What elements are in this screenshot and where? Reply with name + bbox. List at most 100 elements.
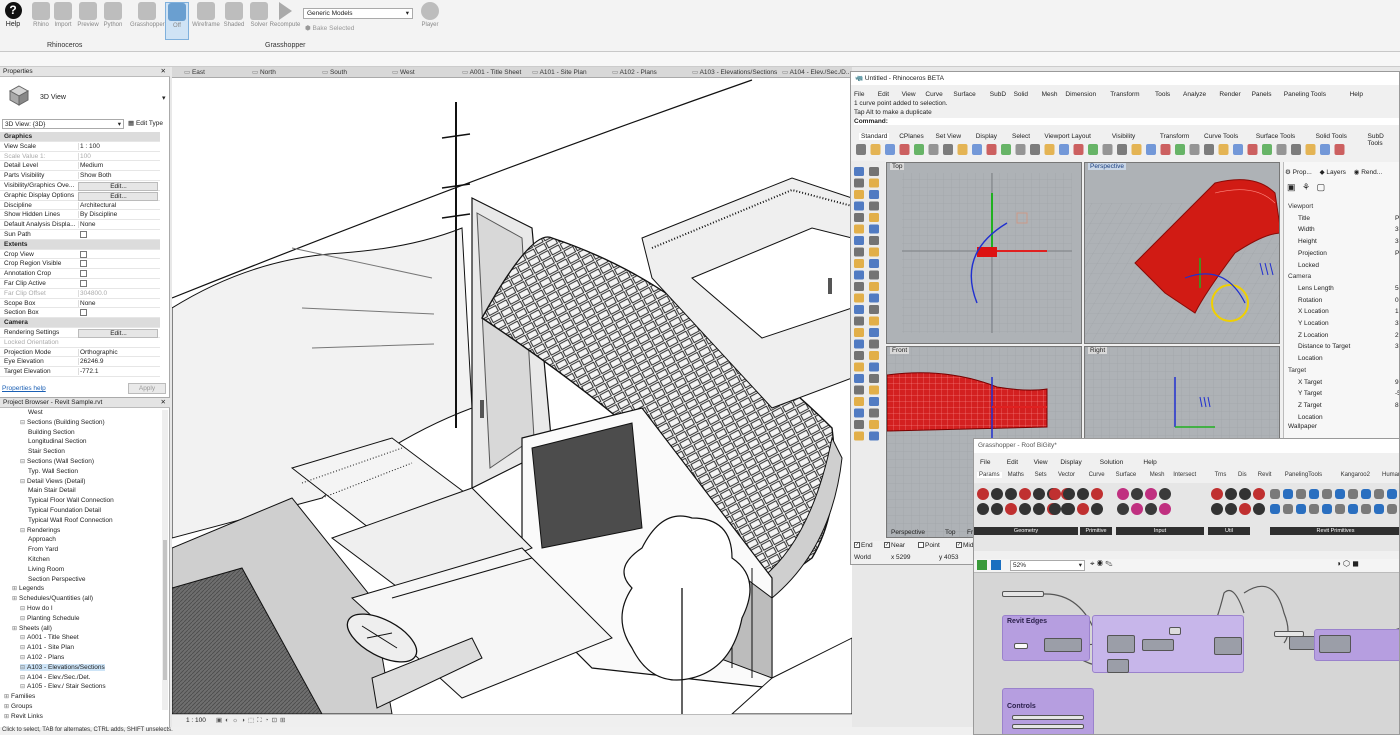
shaded-button[interactable]: Shaded bbox=[221, 2, 247, 28]
property-value[interactable]: 1 : 100 bbox=[78, 142, 158, 150]
sidebar-tool-icon[interactable] bbox=[854, 293, 864, 303]
preview-button[interactable]: Preview bbox=[75, 2, 101, 28]
gh-component-tab[interactable]: Dis bbox=[1238, 472, 1247, 478]
sidebar-tool-icon[interactable] bbox=[854, 431, 864, 441]
toolbar-tool-icon[interactable] bbox=[1059, 144, 1069, 155]
osnap-toggle[interactable]: ✓ Mid bbox=[956, 542, 973, 549]
tree-expand-icon[interactable]: ⊟ bbox=[20, 479, 25, 485]
rhino-menu-item[interactable]: Mesh bbox=[1042, 91, 1058, 98]
browser-item[interactable]: Approach bbox=[28, 536, 56, 543]
gh-component-node[interactable] bbox=[1142, 639, 1174, 651]
off-button[interactable]: Off bbox=[165, 2, 189, 40]
sidebar-tool-icon[interactable] bbox=[854, 190, 864, 199]
sidebar-tool-icon[interactable] bbox=[869, 201, 879, 211]
gh-component-tab[interactable]: PanelingTools bbox=[1285, 472, 1322, 478]
property-value[interactable]: 50 bbox=[1395, 285, 1399, 292]
browser-item[interactable]: ⊟ Planting Schedule bbox=[20, 615, 79, 622]
view-tab[interactable]: ▭ South bbox=[322, 68, 347, 76]
browser-item[interactable]: ⊞ Families bbox=[4, 693, 35, 700]
gh-component-tab[interactable]: Intersect bbox=[1173, 472, 1196, 478]
gh-panel-label[interactable]: Revit Primitives bbox=[1270, 527, 1399, 535]
sidebar-tool-icon[interactable] bbox=[869, 190, 879, 199]
sidebar-tool-icon[interactable] bbox=[854, 328, 864, 337]
browser-item[interactable]: ⊟ A102 - Plans bbox=[20, 654, 64, 661]
rhino-menu-item[interactable]: View bbox=[902, 91, 916, 98]
gh-component-icon[interactable] bbox=[1387, 504, 1397, 514]
property-checkbox[interactable] bbox=[80, 250, 87, 258]
panel-tab-render[interactable]: ◉ Rend... bbox=[1354, 169, 1382, 176]
gh-component-icon[interactable] bbox=[1077, 503, 1089, 515]
rhino-menu-item[interactable]: Paneling Tools bbox=[1284, 91, 1326, 98]
toolbar-tool-icon[interactable] bbox=[914, 144, 924, 155]
view-scale-label[interactable]: 1 : 100 bbox=[186, 717, 206, 724]
gh-component-icon[interactable] bbox=[1019, 488, 1031, 500]
property-value[interactable]: None bbox=[78, 299, 158, 307]
sidebar-tool-icon[interactable] bbox=[854, 259, 864, 268]
property-checkbox[interactable] bbox=[80, 260, 87, 268]
import-button[interactable]: Import bbox=[50, 2, 76, 28]
gh-component-icon[interactable] bbox=[1348, 504, 1358, 514]
gh-component-icon[interactable] bbox=[1270, 489, 1280, 499]
gh-panel-node[interactable] bbox=[1169, 627, 1181, 635]
toolbar-tool-icon[interactable] bbox=[1204, 144, 1214, 155]
property-value[interactable]: 97 bbox=[1395, 379, 1399, 386]
browser-item[interactable]: ⊞ Groups bbox=[4, 703, 32, 710]
rhino-menu-item[interactable]: Tools bbox=[1155, 91, 1170, 98]
gh-component-node[interactable] bbox=[1319, 635, 1351, 653]
rhino-menu-item[interactable]: Surface bbox=[953, 91, 975, 98]
gh-component-icon[interactable] bbox=[1270, 504, 1280, 514]
toolbar-tool-icon[interactable] bbox=[1320, 144, 1330, 155]
sidebar-tool-icon[interactable] bbox=[869, 339, 879, 349]
toolbar-tool-icon[interactable] bbox=[1073, 144, 1084, 155]
browser-item[interactable]: ⊟ A101 - Site Plan bbox=[20, 644, 74, 651]
gh-component-node[interactable] bbox=[1214, 637, 1242, 655]
sidebar-tool-icon[interactable] bbox=[869, 374, 879, 383]
gh-menu-item[interactable]: Edit bbox=[1007, 459, 1018, 466]
tree-expand-icon[interactable]: ⊟ bbox=[20, 420, 25, 426]
rhino-menu-item[interactable]: Help bbox=[1350, 91, 1363, 98]
gh-component-icon[interactable] bbox=[977, 503, 989, 515]
view-tab[interactable]: ▭ East bbox=[184, 68, 205, 76]
property-value[interactable]: 26246.9 bbox=[78, 358, 158, 366]
gh-component-icon[interactable] bbox=[1091, 503, 1103, 515]
viewport-perspective[interactable]: Perspective bbox=[1084, 162, 1280, 344]
viewport-top[interactable]: Top bbox=[886, 162, 1082, 344]
sidebar-tool-icon[interactable] bbox=[854, 247, 864, 257]
gh-component-tab[interactable]: Kangaroo2 bbox=[1341, 472, 1370, 478]
tree-expand-icon[interactable]: ⊟ bbox=[20, 606, 25, 612]
tree-expand-icon[interactable]: ⊞ bbox=[4, 694, 9, 700]
python-button[interactable]: Python bbox=[100, 2, 126, 28]
sidebar-tool-icon[interactable] bbox=[854, 282, 864, 291]
property-checkbox[interactable] bbox=[80, 280, 87, 287]
toolbar-tool-icon[interactable] bbox=[1131, 144, 1142, 155]
gh-component-icon[interactable] bbox=[1145, 503, 1157, 515]
rhino-menu-item[interactable]: Curve bbox=[925, 91, 942, 98]
property-value[interactable]: By Discipline bbox=[78, 211, 158, 219]
property-row[interactable]: Far Clip Offset 304800.0 bbox=[0, 289, 160, 299]
rhino-menu-item[interactable]: File bbox=[854, 91, 864, 98]
browser-item[interactable]: From Yard bbox=[28, 546, 58, 553]
gh-component-icon[interactable] bbox=[1033, 488, 1045, 500]
apply-button[interactable]: Apply bbox=[128, 383, 166, 394]
browser-item[interactable]: ⊟ A001 - Title Sheet bbox=[20, 634, 79, 641]
property-value[interactable]: Edit... bbox=[78, 329, 158, 338]
sidebar-tool-icon[interactable] bbox=[869, 293, 879, 303]
sidebar-tool-icon[interactable] bbox=[869, 408, 879, 418]
gh-component-tab[interactable]: Revit bbox=[1258, 472, 1272, 478]
gh-component-icon[interactable] bbox=[1077, 488, 1089, 500]
property-value[interactable]: -772.1 bbox=[78, 368, 158, 376]
canvas-view-icons[interactable]: ⌖ ◉ ✎ bbox=[1090, 559, 1113, 569]
toolbar-tool-icon[interactable] bbox=[1175, 144, 1185, 155]
property-row[interactable]: Scope Box None bbox=[0, 299, 160, 309]
gh-component-icon[interactable] bbox=[1225, 503, 1237, 515]
viewport-tab[interactable]: Perspective bbox=[891, 529, 925, 536]
viewport-label-front[interactable]: Front bbox=[890, 347, 910, 354]
gh-component-icon[interactable] bbox=[1225, 488, 1237, 500]
sidebar-tool-icon[interactable] bbox=[854, 236, 864, 245]
gh-component-icon[interactable] bbox=[1145, 488, 1157, 500]
gh-component-icon[interactable] bbox=[1296, 504, 1306, 514]
command-prompt[interactable]: Command: bbox=[854, 118, 1399, 125]
osnap-toggle[interactable]: ✓ Near bbox=[884, 542, 905, 549]
sidebar-tool-icon[interactable] bbox=[869, 270, 879, 280]
sidebar-tool-icon[interactable] bbox=[854, 167, 864, 176]
